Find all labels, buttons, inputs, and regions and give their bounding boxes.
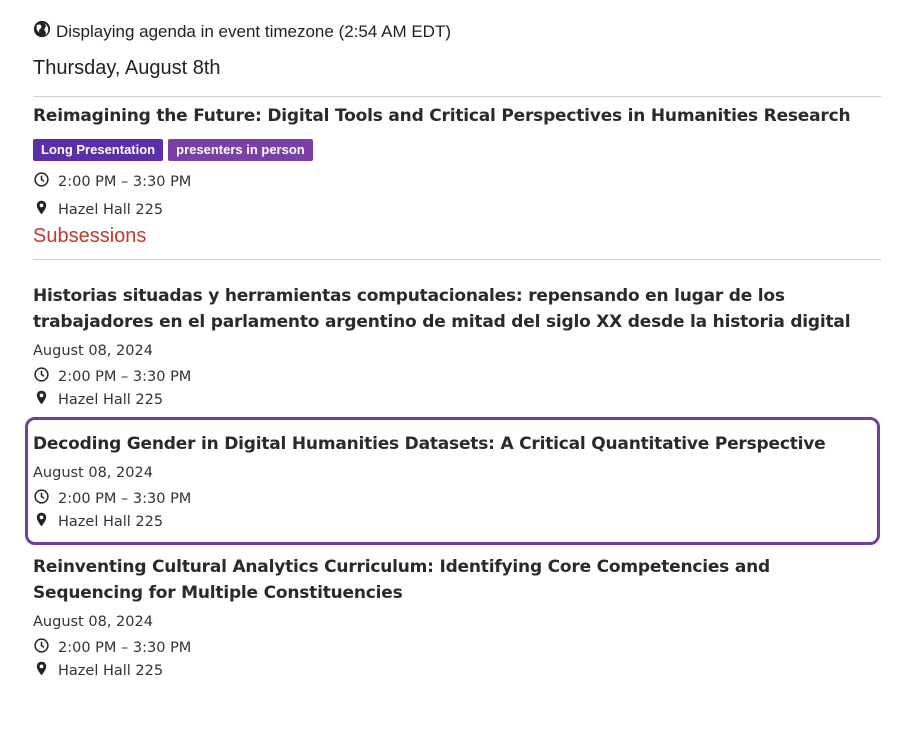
subsession-location: Hazel Hall 225 (33, 511, 163, 532)
location-text: Hazel Hall 225 (58, 513, 164, 530)
session-location: Hazel Hall 225 (33, 199, 163, 220)
map-pin-icon (33, 199, 58, 220)
subsession-location: Hazel Hall 225 (33, 389, 163, 410)
map-pin-icon (33, 511, 58, 532)
subsession-time: 2:00 PM – 3:30 PM (33, 637, 191, 658)
divider (33, 259, 881, 260)
divider (33, 96, 881, 97)
time-text: 2:00 PM – 3:30 PM (58, 368, 192, 385)
globe-icon (33, 20, 56, 43)
subsession-location: Hazel Hall 225 (33, 660, 163, 681)
tag-long-presentation[interactable]: Long Presentation (33, 139, 164, 161)
timezone-text: Displaying agenda in event timezone (2:5… (56, 21, 451, 41)
timezone-notice: Displaying agenda in event timezone (2:5… (33, 20, 451, 43)
subsession-title[interactable]: Reinventing Cultural Analytics Curriculu… (33, 554, 878, 606)
subsession-date: August 08, 2024 (33, 465, 153, 481)
time-text: 2:00 PM – 3:30 PM (58, 490, 192, 507)
location-text: Hazel Hall 225 (58, 391, 164, 408)
subsession-time: 2:00 PM – 3:30 PM (33, 366, 191, 387)
map-pin-icon (33, 660, 58, 681)
session-title[interactable]: Reimagining the Future: Digital Tools an… (33, 103, 878, 129)
clock-icon (33, 171, 58, 192)
tag-presenters-in-person[interactable]: presenters in person (168, 139, 313, 161)
time-text: 2:00 PM – 3:30 PM (58, 639, 192, 656)
subsessions-link[interactable]: Subsessions (33, 225, 146, 248)
subsession-title[interactable]: Decoding Gender in Digital Humanities Da… (33, 431, 878, 457)
session-time: 2:00 PM – 3:30 PM (33, 171, 191, 192)
map-pin-icon (33, 389, 58, 410)
location-text: Hazel Hall 225 (58, 201, 164, 218)
location-text: Hazel Hall 225 (58, 662, 164, 679)
clock-icon (33, 637, 58, 658)
clock-icon (33, 488, 58, 509)
subsession-time: 2:00 PM – 3:30 PM (33, 488, 191, 509)
time-text: 2:00 PM – 3:30 PM (58, 173, 192, 190)
subsession-date: August 08, 2024 (33, 343, 153, 359)
session-tags: Long Presentation presenters in person (33, 139, 313, 161)
clock-icon (33, 366, 58, 387)
subsession-title[interactable]: Historias situadas y herramientas comput… (33, 283, 878, 335)
day-heading: Thursday, August 8th (33, 57, 221, 79)
subsession-date: August 08, 2024 (33, 614, 153, 630)
